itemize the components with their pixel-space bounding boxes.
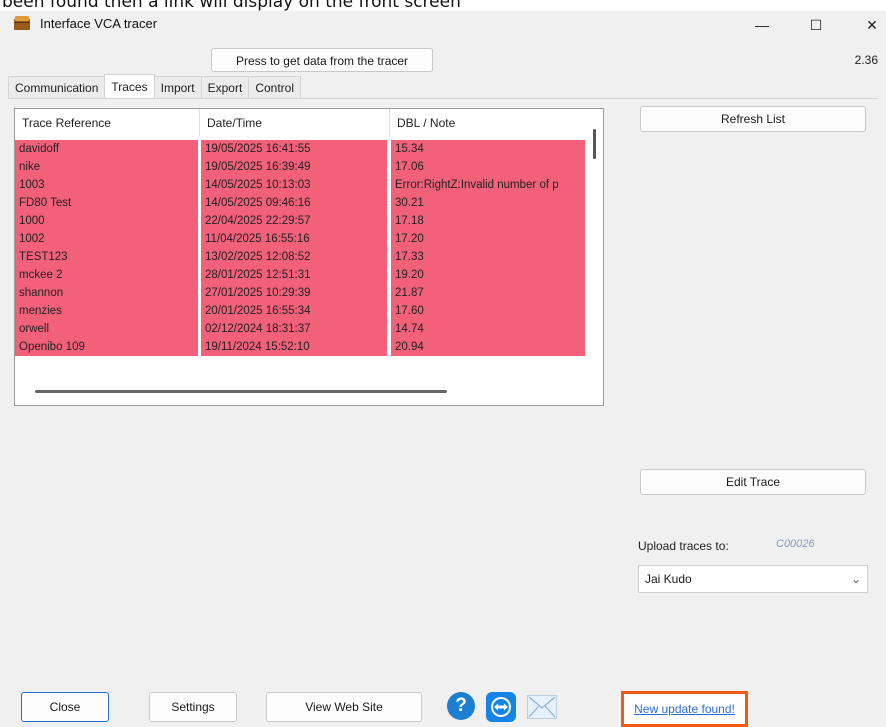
mail-icon[interactable] — [527, 695, 557, 719]
edit-trace-button[interactable]: Edit Trace — [640, 469, 866, 495]
table-row[interactable]: TEST123 13/02/2025 12:08:52 17.33 — [15, 248, 585, 266]
table-row[interactable]: davidoff 19/05/2025 16:41:55 15.34 — [15, 140, 585, 158]
table-row[interactable]: mckee 2 28/01/2025 12:51:31 19.20 — [15, 266, 585, 284]
help-icon[interactable]: ? — [447, 692, 475, 720]
trace-reference-cell: Openibo 109 — [15, 338, 198, 356]
dbl-note-cell: 19.20 — [391, 266, 585, 284]
trace-reference-cell: orwell — [15, 320, 198, 338]
date-time-cell: 14/05/2025 10:13:03 — [201, 176, 387, 194]
minimize-button[interactable]: — — [742, 13, 782, 37]
traces-tab-panel: Trace Reference Date/Time DBL / Note dav… — [8, 98, 878, 689]
date-time-cell: 13/02/2025 12:08:52 — [201, 248, 387, 266]
tab-export[interactable]: Export — [200, 76, 250, 98]
tab-communication[interactable]: Communication — [8, 76, 106, 98]
trace-reference-cell: mckee 2 — [15, 266, 198, 284]
dbl-note-cell: Error:RightZ:Invalid number of p — [391, 176, 585, 194]
table-row[interactable]: 1002 11/04/2025 16:55:16 17.20 — [15, 230, 585, 248]
trace-reference-cell: 1000 — [15, 212, 198, 230]
date-time-cell: 02/12/2024 18:31:37 — [201, 320, 387, 338]
app-window: Interface VCA tracer — ☐ ✕ Press to get … — [0, 11, 886, 727]
version-label: 2.36 — [854, 53, 878, 67]
tab-control[interactable]: Control — [248, 76, 301, 98]
dbl-note-cell: 14.74 — [391, 320, 585, 338]
column-header-dbl-note[interactable]: DBL / Note — [389, 109, 603, 137]
table-row[interactable]: nike 19/05/2025 16:39:49 17.06 — [15, 158, 585, 176]
date-time-cell: 19/05/2025 16:41:55 — [201, 140, 387, 158]
date-time-cell: 27/01/2025 10:29:39 — [201, 284, 387, 302]
table-row[interactable]: menzies 20/01/2025 16:55:34 17.60 — [15, 302, 585, 320]
dbl-note-cell: 17.18 — [391, 212, 585, 230]
column-header-trace-reference[interactable]: Trace Reference — [15, 109, 199, 137]
date-time-cell: 19/11/2024 15:52:10 — [201, 338, 387, 356]
table-row[interactable]: orwell 02/12/2024 18:31:37 14.74 — [15, 320, 585, 338]
close-window-button[interactable]: ✕ — [852, 13, 886, 37]
maximize-button[interactable]: ☐ — [796, 13, 836, 37]
date-time-cell: 20/01/2025 16:55:34 — [201, 302, 387, 320]
dbl-note-cell: 17.60 — [391, 302, 585, 320]
dbl-note-cell: 17.20 — [391, 230, 585, 248]
trace-reference-cell: TEST123 — [15, 248, 198, 266]
table-row[interactable]: 1003 14/05/2025 10:13:03 Error:RightZ:Inva… — [15, 176, 585, 194]
tab-traces[interactable]: Traces — [104, 74, 155, 98]
table-row[interactable]: FD80 Test 14/05/2025 09:46:16 30.21 — [15, 194, 585, 212]
close-button[interactable]: Close — [21, 692, 109, 722]
refresh-list-button[interactable]: Refresh List — [640, 106, 866, 132]
horizontal-scrollbar-thumb[interactable] — [35, 390, 447, 393]
teamviewer-icon[interactable] — [486, 692, 516, 722]
table-row[interactable]: Openibo 109 19/11/2024 15:52:10 20.94 — [15, 338, 585, 356]
title-bar: Interface VCA tracer — ☐ ✕ — [0, 11, 886, 39]
trace-reference-cell: 1002 — [15, 230, 198, 248]
traces-list-header: Trace Reference Date/Time DBL / Note — [15, 109, 603, 137]
upload-target-selected-value: Jai Kudo — [645, 572, 692, 586]
trace-reference-cell: nike — [15, 158, 198, 176]
vertical-scrollbar-thumb[interactable] — [593, 129, 596, 159]
dbl-note-cell: 17.33 — [391, 248, 585, 266]
date-time-cell: 19/05/2025 16:39:49 — [201, 158, 387, 176]
traces-list-rows: davidoff 19/05/2025 16:41:55 15.34 nike 19/0… — [15, 140, 585, 381]
upload-customer-code: C00026 — [776, 538, 815, 550]
trace-reference-cell: shannon — [15, 284, 198, 302]
upload-target-select[interactable]: Jai Kudo ⌄ — [638, 565, 868, 593]
app-icon — [14, 16, 30, 30]
upload-traces-label: Upload traces to: — [638, 539, 729, 553]
view-web-site-button[interactable]: View Web Site — [266, 692, 422, 722]
window-title: Interface VCA tracer — [40, 16, 158, 31]
dbl-note-cell: 30.21 — [391, 194, 585, 212]
date-time-cell: 22/04/2025 22:29:57 — [201, 212, 387, 230]
new-update-link[interactable]: New update found! — [621, 691, 748, 727]
trace-reference-cell: davidoff — [15, 140, 198, 158]
tab-strip: Communication Traces Import Export Contr… — [8, 74, 301, 98]
dbl-note-cell: 17.06 — [391, 158, 585, 176]
tab-import[interactable]: Import — [153, 76, 202, 98]
traces-list[interactable]: Trace Reference Date/Time DBL / Note dav… — [14, 108, 604, 406]
trace-reference-cell: menzies — [15, 302, 198, 320]
chevron-down-icon: ⌄ — [850, 572, 861, 586]
dbl-note-cell: 20.94 — [391, 338, 585, 356]
column-header-date-time[interactable]: Date/Time — [199, 109, 389, 137]
trace-reference-cell: FD80 Test — [15, 194, 198, 212]
date-time-cell: 14/05/2025 09:46:16 — [201, 194, 387, 212]
dbl-note-cell: 15.34 — [391, 140, 585, 158]
get-tracer-data-button[interactable]: Press to get data from the tracer — [211, 48, 433, 72]
dbl-note-cell: 21.87 — [391, 284, 585, 302]
date-time-cell: 11/04/2025 16:55:16 — [201, 230, 387, 248]
trace-reference-cell: 1003 — [15, 176, 198, 194]
settings-button[interactable]: Settings — [149, 692, 237, 722]
table-row[interactable]: shannon 27/01/2025 10:29:39 21.87 — [15, 284, 585, 302]
table-row[interactable]: 1000 22/04/2025 22:29:57 17.18 — [15, 212, 585, 230]
date-time-cell: 28/01/2025 12:51:31 — [201, 266, 387, 284]
